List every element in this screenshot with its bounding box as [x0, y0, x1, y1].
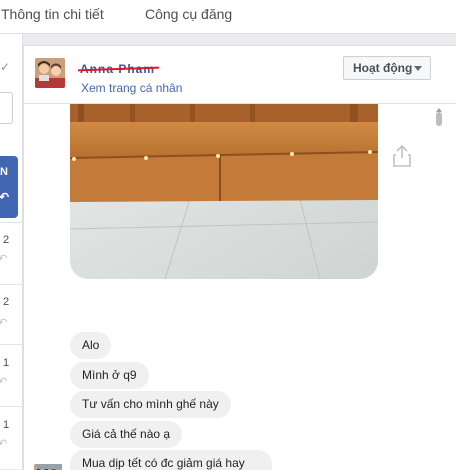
tab-publishing-tools[interactable]: Công cụ đăng — [145, 6, 232, 22]
reply-icon[interactable]: ↶ — [0, 316, 7, 329]
divider — [0, 344, 22, 345]
message-bubble: Giá cả thế nào ạ — [70, 421, 182, 448]
reply-icon[interactable]: ↶ — [0, 252, 7, 265]
reply-icon: ↶ — [0, 190, 9, 204]
comment-count: 2 — [3, 296, 9, 308]
divider — [0, 222, 22, 223]
status-dropdown[interactable]: Hoạt động — [343, 56, 431, 80]
conversation-list-column: ✓ N ↶ 2 ↶ 2 ↶ 1 ↶ 1 ↶ — [0, 34, 23, 469]
comment-count: 1 — [3, 419, 9, 431]
message-bubble: Mình ở q9 — [70, 362, 149, 389]
comment-count: 1 — [3, 357, 9, 369]
reply-button-label: N — [0, 166, 8, 178]
message-bubble: Tư vấn cho mình ghế này — [70, 391, 231, 418]
reply-icon[interactable]: ↶ — [0, 375, 7, 388]
next-conversation-avatar[interactable] — [36, 464, 62, 469]
user-name[interactable]: Anna Pham — [80, 62, 155, 76]
scrollbar[interactable] — [434, 108, 444, 470]
message-thread: Alo Mình ở q9 Tư vấn cho mình ghế này Gi… — [24, 104, 456, 470]
message-bubble: Alo — [70, 332, 111, 359]
reply-button[interactable]: N ↶ — [0, 156, 18, 218]
share-icon[interactable] — [393, 144, 411, 173]
check-icon[interactable]: ✓ — [0, 60, 10, 74]
message-bubble: Mua dịp tết có đc giảm giá hay tặng quà … — [70, 450, 272, 470]
conversation-header: Anna Pham Xem trang cá nhân Hoạt động — [24, 46, 456, 104]
dropdown-caret-icon — [414, 66, 422, 71]
top-navigation: Thông tin chi tiết Công cụ đăng — [0, 0, 456, 34]
search-input[interactable] — [0, 92, 13, 124]
avatar[interactable] — [35, 58, 65, 88]
tab-details[interactable]: Thông tin chi tiết — [1, 6, 104, 22]
comment-count: 2 — [3, 234, 9, 246]
divider — [0, 284, 22, 285]
view-profile-link[interactable]: Xem trang cá nhân — [81, 81, 182, 95]
shared-photo[interactable] — [70, 104, 378, 279]
message-panel: Anna Pham Xem trang cá nhân Hoạt động — [23, 45, 456, 470]
scrollbar-thumb[interactable] — [436, 112, 442, 126]
reply-icon[interactable]: ↶ — [0, 437, 7, 450]
divider — [0, 406, 22, 407]
status-label: Hoạt động — [353, 61, 412, 75]
